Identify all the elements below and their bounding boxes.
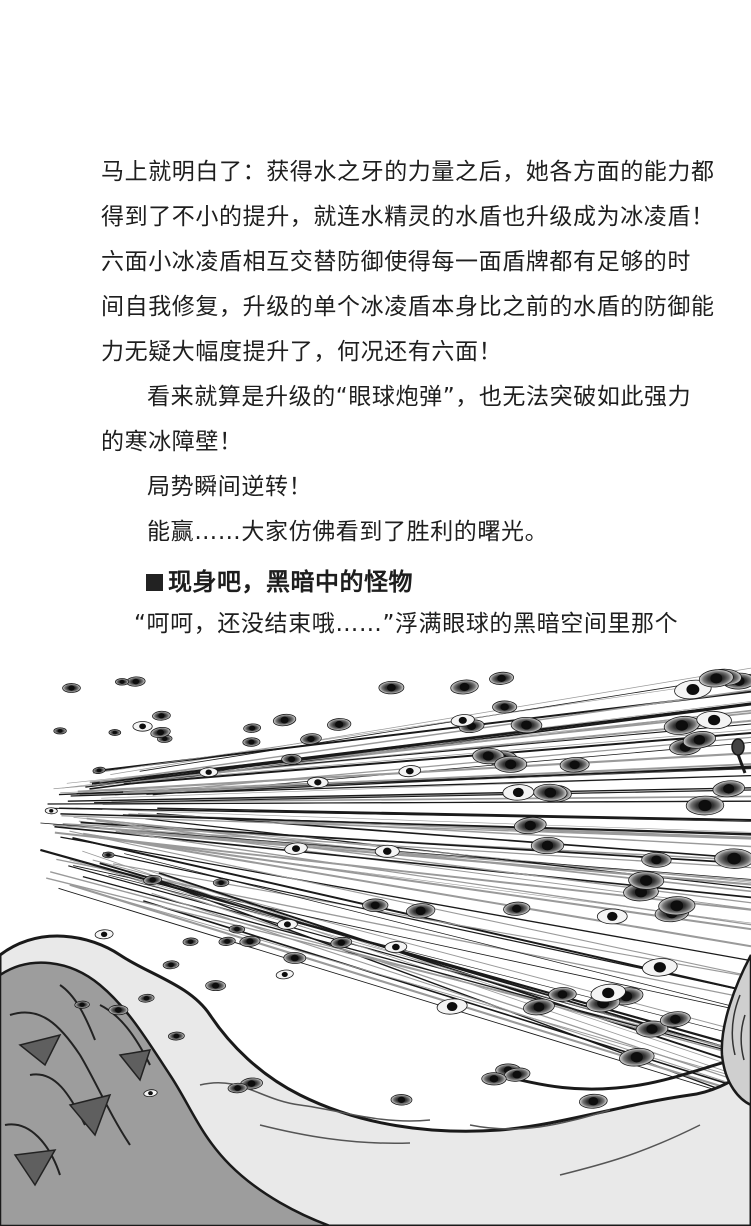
eyeball: [523, 998, 555, 1016]
eyeball: [494, 755, 528, 773]
eyeball: [596, 908, 628, 925]
eyeball: [712, 780, 745, 798]
eyeball: [398, 765, 422, 778]
text-line: 的寒冰障壁！: [101, 429, 243, 455]
eyeball: [390, 1094, 413, 1106]
heading-square-icon: [146, 574, 163, 591]
eyeball: [579, 1093, 608, 1109]
eyeball: [243, 723, 262, 733]
eyeball: [275, 969, 294, 980]
eyeball: [228, 924, 246, 934]
text-line: 六面小冰凌盾相互交替防御使得每一面盾牌都有足够的时: [101, 249, 691, 275]
eyeball: [168, 1031, 185, 1041]
eyeball: [658, 896, 696, 916]
eyeball: [530, 837, 565, 855]
eyeball-swarm-illustration: [0, 667, 751, 1226]
eyeball: [62, 683, 81, 693]
eyeball: [374, 844, 400, 858]
eyeball: [450, 679, 479, 695]
body-text: 马上就明白了：获得水之牙的力量之后，她各方面的能力都 得到了不小的提升，就连水精…: [101, 150, 715, 555]
text-line: 间自我修复，升级的单个冰凌盾本身比之前的水盾的防御能: [101, 294, 715, 320]
eyeball: [481, 1072, 507, 1086]
eyeball: [503, 901, 531, 916]
eyeball: [283, 952, 307, 964]
eyeball: [714, 848, 751, 869]
eyeball: [489, 671, 515, 685]
text-line: 局势瞬间逆转！: [147, 474, 313, 500]
text-line: 看来就算是升级的“眼球炮弹”，也无法突破如此强力: [147, 384, 692, 410]
eyeball: [362, 898, 389, 913]
text-line: 马上就明白了：获得水之牙的力量之后，她各方面的能力都: [101, 159, 715, 185]
eyeball: [330, 936, 353, 949]
text-line: 力无疑大幅度提升了，何况还有六面！: [101, 339, 503, 365]
eyeball: [641, 852, 672, 868]
eyeball: [132, 721, 153, 732]
eyeball: [182, 937, 199, 946]
eyeball: [44, 807, 58, 815]
eyeball: [659, 1011, 691, 1028]
eyeball: [53, 727, 67, 735]
eyeball: [406, 903, 436, 919]
eyeball: [152, 710, 171, 721]
eyeball: [327, 718, 352, 731]
eyeball: [92, 766, 106, 774]
eyeball: [492, 700, 518, 714]
section-heading-text: 现身吧，黑暗中的怪物: [168, 568, 413, 596]
eyeball: [108, 729, 122, 736]
eyeball: [281, 753, 303, 765]
eyeball: [199, 767, 219, 778]
eyeball: [115, 678, 130, 686]
eyeball: [242, 737, 261, 747]
eyeball: [685, 795, 725, 816]
text-line: 能赢……大家仿佛看到了胜利的曙光。: [147, 519, 549, 545]
text-line: “呵呵，还没结束哦……”浮满眼球的黑暗空间里那个: [134, 611, 679, 637]
eyeball: [307, 776, 329, 788]
eyeball: [212, 878, 230, 887]
eyeball: [102, 851, 115, 859]
eyeball: [74, 1000, 90, 1009]
eyeball: [378, 680, 405, 695]
eyeball: [205, 980, 226, 992]
eyeball: [108, 1004, 129, 1016]
eyeball: [272, 713, 297, 727]
eyeball: [162, 960, 180, 970]
section-heading: 现身吧，黑暗中的怪物: [146, 562, 413, 597]
speed-line: [60, 813, 751, 835]
text-line: 得到了不小的提升，就连水精灵的水盾也升级成为冰凌盾！: [101, 204, 715, 230]
eyeball: [94, 929, 114, 940]
